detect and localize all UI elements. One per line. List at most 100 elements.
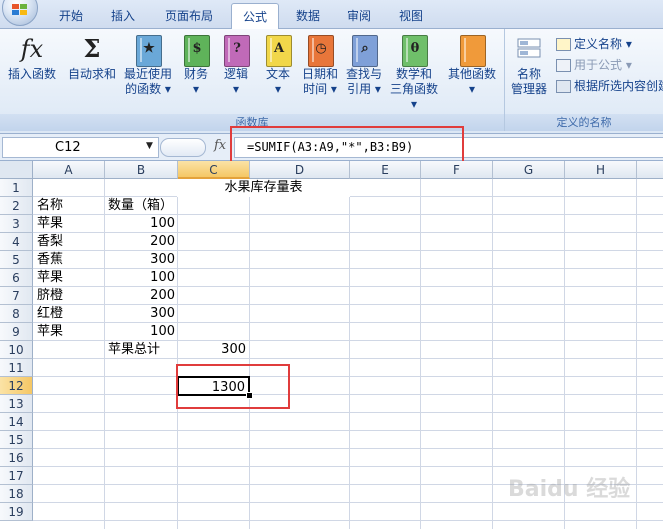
date-time-label-2: 时间 ▾	[303, 82, 337, 96]
row-header[interactable]: 13	[0, 395, 33, 413]
define-name-button[interactable]: 定义名称 ▾	[556, 35, 632, 53]
ribbon-tab-bar: 开始 插入 页面布局 公式 数据 审阅 视图	[0, 0, 663, 30]
gridline	[33, 520, 663, 521]
cell-b7[interactable]: 200	[105, 287, 175, 305]
datetime-book-icon: ◷	[306, 33, 334, 67]
column-header-f[interactable]: F	[421, 161, 493, 179]
cell-a9[interactable]: 苹果	[37, 323, 63, 341]
row-header[interactable]: 10	[0, 341, 33, 359]
row-header[interactable]: 19	[0, 503, 33, 521]
insert-function-button[interactable]: fx 插入函数	[4, 33, 60, 82]
logical-label: 逻辑	[223, 67, 248, 81]
column-header-g[interactable]: G	[493, 161, 565, 179]
autosum-label: 自动求和	[67, 67, 116, 81]
cell-b3[interactable]: 100	[105, 215, 175, 233]
column-header-a[interactable]: A	[33, 161, 105, 179]
logical-dropdown: ▾	[232, 82, 240, 96]
date-time-label-1: 日期和	[301, 67, 338, 81]
column-header-c[interactable]: C	[178, 161, 250, 179]
recently-used-button[interactable]: ★ 最近使用 的函数 ▾	[120, 33, 176, 97]
name-manager-icon	[515, 33, 543, 65]
text-book-icon: A	[264, 33, 292, 67]
gridline	[249, 179, 250, 529]
office-button[interactable]	[2, 0, 38, 26]
math-trig-label-2: 三角函数 ▾	[389, 82, 438, 111]
row-header[interactable]: 2	[0, 197, 33, 215]
row-header[interactable]: 8	[0, 305, 33, 323]
row-header[interactable]: 16	[0, 449, 33, 467]
cell-a6[interactable]: 苹果	[37, 269, 63, 287]
ribbon: fx 插入函数 Σ 自动求和 ★ 最近使用 的函数 ▾ $ 财务 ▾ ? 逻辑 …	[0, 29, 663, 134]
lookup-label-1: 查找与	[345, 67, 382, 81]
row-header[interactable]: 9	[0, 323, 33, 341]
cell-c10[interactable]: 300	[178, 341, 246, 359]
use-in-formula-button[interactable]: 用于公式 ▾	[556, 56, 632, 74]
column-header-i[interactable]	[637, 161, 663, 179]
gridline	[33, 448, 663, 449]
column-header-d[interactable]: D	[250, 161, 350, 179]
tab-view[interactable]: 视图	[390, 4, 432, 28]
function-library-group: fx 插入函数 Σ 自动求和 ★ 最近使用 的函数 ▾ $ 财务 ▾ ? 逻辑 …	[0, 29, 505, 131]
row-header[interactable]: 11	[0, 359, 33, 377]
column-header-e[interactable]: E	[350, 161, 421, 179]
insert-function-fx-icon[interactable]: fx	[214, 138, 226, 153]
row-header[interactable]: 7	[0, 287, 33, 305]
text-dropdown: ▾	[274, 82, 282, 96]
text-label: 文本	[265, 67, 290, 81]
fx-icon: fx	[20, 35, 44, 63]
row-header[interactable]: 3	[0, 215, 33, 233]
create-from-selection-button[interactable]: 根据所选内容创建	[556, 77, 663, 95]
row-header[interactable]: 14	[0, 413, 33, 431]
tab-data[interactable]: 数据	[288, 4, 328, 28]
more-functions-book-icon	[458, 33, 486, 67]
recent-star-book-icon: ★	[134, 33, 162, 67]
cell-a7[interactable]: 脐橙	[37, 287, 63, 305]
tab-home[interactable]: 开始	[50, 4, 92, 28]
column-header-b[interactable]: B	[105, 161, 178, 179]
cell-b8[interactable]: 300	[105, 305, 175, 323]
logical-button[interactable]: ? 逻辑 ▾	[216, 33, 256, 97]
select-all-corner[interactable]	[0, 161, 33, 179]
autosum-button[interactable]: Σ 自动求和	[64, 33, 120, 82]
row-header[interactable]: 15	[0, 431, 33, 449]
lookup-reference-button[interactable]: ⌕ 查找与 引用 ▾	[342, 33, 386, 97]
text-button[interactable]: A 文本 ▾	[258, 33, 298, 97]
cell-b2[interactable]: 数量（箱）	[108, 197, 173, 215]
cell-b10[interactable]: 苹果总计	[108, 341, 160, 359]
row-header-selected[interactable]: 12	[0, 377, 33, 395]
cell-a3[interactable]: 苹果	[37, 215, 63, 233]
cell-title[interactable]: 水果库存量表	[177, 179, 350, 197]
name-box-dropdown-icon[interactable]: ▼	[146, 141, 153, 151]
column-header-h[interactable]: H	[565, 161, 637, 179]
tab-formulas[interactable]: 公式	[231, 3, 279, 30]
row-header[interactable]: 5	[0, 251, 33, 269]
financial-button[interactable]: $ 财务 ▾	[176, 33, 216, 97]
name-manager-label-2: 管理器	[510, 82, 547, 96]
name-box[interactable]: C12 ▼	[2, 137, 159, 158]
watermark-text: Baidu 经验	[508, 477, 631, 502]
name-manager-button[interactable]: 名称 管理器	[507, 33, 551, 97]
date-time-button[interactable]: ◷ 日期和 时间 ▾	[298, 33, 342, 97]
use-in-formula-icon	[556, 59, 571, 72]
cell-b6[interactable]: 100	[105, 269, 175, 287]
math-trig-button[interactable]: θ 数学和 三角函数 ▾	[386, 33, 442, 112]
cell-a2[interactable]: 名称	[37, 197, 63, 215]
cell-a8[interactable]: 红橙	[37, 305, 63, 323]
tab-review[interactable]: 审阅	[338, 4, 380, 28]
row-header[interactable]: 18	[0, 485, 33, 503]
more-functions-button[interactable]: 其他函数 ▾	[444, 33, 500, 97]
formula-bar-splitter[interactable]	[160, 138, 206, 157]
tab-page-layout[interactable]: 页面布局	[156, 4, 222, 28]
row-header[interactable]: 17	[0, 467, 33, 485]
cell-b5[interactable]: 300	[105, 251, 175, 269]
tab-insert[interactable]: 插入	[102, 4, 144, 28]
row-header[interactable]: 1	[0, 179, 33, 197]
cell-b4[interactable]: 200	[105, 233, 175, 251]
logic-question-book-icon: ?	[222, 33, 250, 67]
cell-a5[interactable]: 香蕉	[37, 251, 63, 269]
row-header[interactable]: 4	[0, 233, 33, 251]
formula-highlight-box	[230, 126, 464, 166]
cell-b9[interactable]: 100	[105, 323, 175, 341]
row-header[interactable]: 6	[0, 269, 33, 287]
cell-a4[interactable]: 香梨	[37, 233, 63, 251]
